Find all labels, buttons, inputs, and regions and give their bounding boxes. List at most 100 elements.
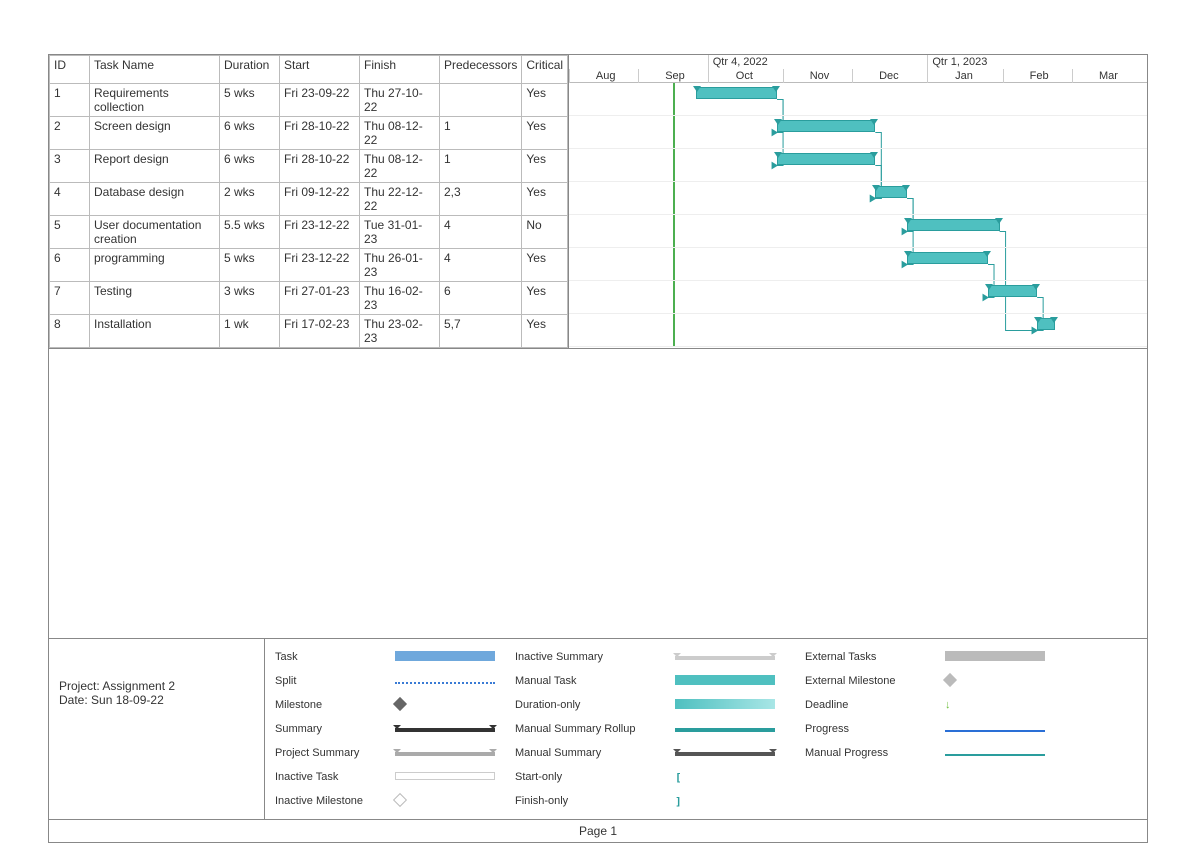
col-name: Task Name (90, 56, 220, 84)
legend-swatch (395, 699, 505, 712)
cell-id: 1 (50, 84, 90, 117)
top-section: ID Task Name Duration Start Finish Prede… (49, 55, 1147, 349)
task-row[interactable]: 4Database design2 wksFri 09-12-22Thu 22-… (50, 183, 568, 216)
cell-finish: Tue 31-01-23 (360, 216, 440, 249)
gantt-body (569, 83, 1147, 347)
timescale-month: Oct (708, 69, 780, 83)
gantt-bar[interactable] (1037, 318, 1054, 330)
cell-pred (440, 84, 522, 117)
legend-label: Manual Task (515, 675, 665, 687)
cell-name: User documentation creation (90, 216, 220, 249)
cell-duration: 6 wks (220, 150, 280, 183)
legend-label: Inactive Milestone (275, 795, 385, 807)
cell-id: 2 (50, 117, 90, 150)
gantt-bar[interactable] (777, 153, 875, 165)
legend-label: Milestone (275, 699, 385, 711)
legend-swatch (945, 747, 1065, 759)
legend-swatch (395, 771, 505, 783)
cell-pred: 1 (440, 117, 522, 150)
legend-swatch: ↓ (945, 699, 1065, 711)
col-duration: Duration (220, 56, 280, 84)
task-row[interactable]: 6programming5 wksFri 23-12-22Thu 26-01-2… (50, 249, 568, 282)
legend-swatch (675, 675, 795, 688)
cell-id: 4 (50, 183, 90, 216)
task-row[interactable]: 7Testing3 wksFri 27-01-23Thu 16-02-236Ye… (50, 282, 568, 315)
legend-swatch (675, 699, 795, 712)
cell-start: Fri 27-01-23 (280, 282, 360, 315)
task-row[interactable]: 5User documentation creation5.5 wksFri 2… (50, 216, 568, 249)
cell-critical: Yes (522, 183, 568, 216)
cell-name: Screen design (90, 117, 220, 150)
cell-pred: 4 (440, 249, 522, 282)
legend-swatch (395, 795, 505, 808)
col-pred: Predecessors (440, 56, 522, 84)
legend-swatch (675, 747, 795, 759)
cell-name: Installation (90, 315, 220, 348)
cell-start: Fri 28-10-22 (280, 117, 360, 150)
legend-swatch (395, 675, 505, 687)
legend-label: External Tasks (805, 651, 935, 663)
cell-finish: Thu 22-12-22 (360, 183, 440, 216)
legend-swatch (675, 651, 795, 663)
legend-label: Duration-only (515, 699, 665, 711)
cell-pred: 6 (440, 282, 522, 315)
legend-label: Project Summary (275, 747, 385, 759)
legend-label: Finish-only (515, 795, 665, 807)
legend-grid: TaskInactive SummaryExternal TasksSplitM… (265, 639, 1147, 819)
legend-label: Manual Summary (515, 747, 665, 759)
gantt-bar[interactable] (777, 120, 875, 132)
cell-finish: Thu 08-12-22 (360, 150, 440, 183)
project-date: Date: Sun 18-09-22 (59, 693, 254, 707)
cell-duration: 6 wks (220, 117, 280, 150)
gantt-row (569, 83, 1147, 116)
col-id: ID (50, 56, 90, 84)
col-finish: Finish (360, 56, 440, 84)
task-row[interactable]: 8Installation1 wkFri 17-02-23Thu 23-02-2… (50, 315, 568, 348)
cell-critical: Yes (522, 315, 568, 348)
legend-label: Task (275, 651, 385, 663)
gantt-row (569, 314, 1147, 347)
legend-meta: Project: Assignment 2 Date: Sun 18-09-22 (49, 639, 265, 819)
cell-duration: 2 wks (220, 183, 280, 216)
cell-duration: 5 wks (220, 84, 280, 117)
cell-critical: Yes (522, 150, 568, 183)
legend-label: Deadline (805, 699, 935, 711)
legend-label: Inactive Task (275, 771, 385, 783)
cell-name: Testing (90, 282, 220, 315)
cell-id: 7 (50, 282, 90, 315)
gantt-bar[interactable] (988, 285, 1037, 297)
cell-finish: Thu 27-10-22 (360, 84, 440, 117)
task-row[interactable]: 1Requirements collection5 wksFri 23-09-2… (50, 84, 568, 117)
cell-id: 6 (50, 249, 90, 282)
cell-critical: Yes (522, 249, 568, 282)
col-start: Start (280, 56, 360, 84)
gantt-row (569, 248, 1147, 281)
cell-duration: 1 wk (220, 315, 280, 348)
legend-swatch (675, 723, 795, 735)
timescale-month: Aug (569, 69, 641, 83)
legend-swatch: ] (675, 795, 795, 808)
cell-name: programming (90, 249, 220, 282)
cell-duration: 5 wks (220, 249, 280, 282)
cell-start: Fri 23-09-22 (280, 84, 360, 117)
cell-start: Fri 17-02-23 (280, 315, 360, 348)
gantt-row (569, 149, 1147, 182)
cell-finish: Thu 23-02-23 (360, 315, 440, 348)
project-page: ID Task Name Duration Start Finish Prede… (48, 54, 1148, 843)
legend-swatch (395, 747, 505, 759)
legend-label: Manual Progress (805, 747, 935, 759)
gantt-bar[interactable] (907, 252, 988, 264)
legend-label: Summary (275, 723, 385, 735)
gantt-bar[interactable] (875, 186, 907, 198)
cell-finish: Thu 08-12-22 (360, 117, 440, 150)
task-table: ID Task Name Duration Start Finish Prede… (49, 55, 568, 348)
legend-swatch (395, 651, 505, 664)
gantt-bar[interactable] (907, 219, 999, 231)
cell-id: 3 (50, 150, 90, 183)
gantt-timescale: Qtr 4, 2022Qtr 1, 2023AugSepOctNovDecJan… (569, 55, 1147, 83)
timescale-quarter: Qtr 4, 2022 (708, 55, 928, 69)
cell-duration: 5.5 wks (220, 216, 280, 249)
gantt-bar[interactable] (696, 87, 777, 99)
task-row[interactable]: 2Screen design6 wksFri 28-10-22Thu 08-12… (50, 117, 568, 150)
task-row[interactable]: 3Report design6 wksFri 28-10-22Thu 08-12… (50, 150, 568, 183)
